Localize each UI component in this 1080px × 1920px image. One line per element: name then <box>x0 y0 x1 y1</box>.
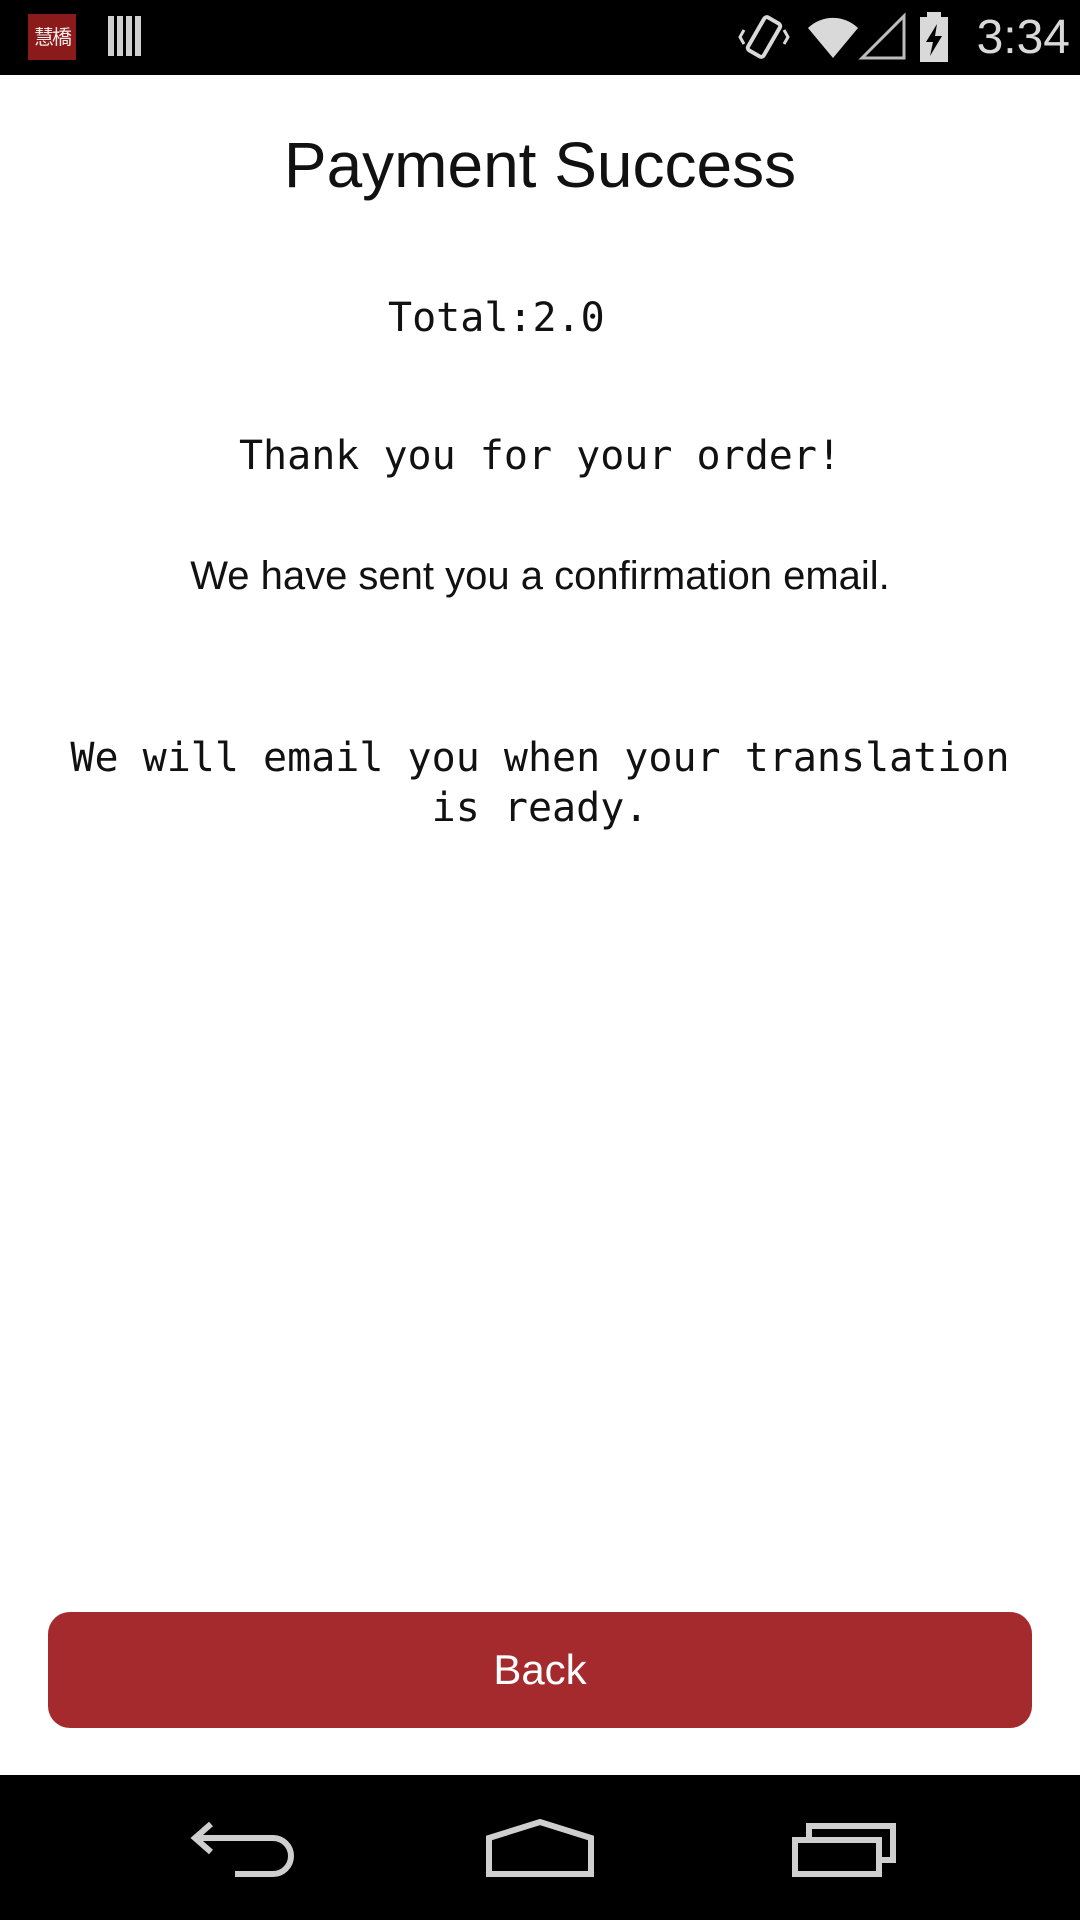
payment-success-screen: Payment Success Total:2.0 Thank you for … <box>0 75 1080 1775</box>
nav-home-button[interactable] <box>440 1775 640 1920</box>
page-title: Payment Success <box>283 129 797 201</box>
nav-back-button[interactable] <box>140 1775 340 1920</box>
nav-recents-button[interactable] <box>744 1775 944 1920</box>
recents-icon <box>792 1822 896 1877</box>
app-logo-icon: 慧橋 <box>28 14 76 60</box>
status-bar: 慧橋 3:34 <box>0 0 1080 75</box>
cell-signal-icon <box>858 12 906 60</box>
translation-ready-message: We will email you when your translation … <box>70 735 1010 831</box>
home-icon <box>486 1818 594 1877</box>
order-total: Total:2.0 <box>388 295 605 341</box>
battery-charging-icon <box>920 12 948 62</box>
back-icon <box>190 1821 294 1877</box>
vibrate-icon <box>738 15 790 59</box>
thank-you-message: Thank you for your order! <box>238 433 842 479</box>
back-button[interactable]: Back <box>48 1612 1032 1728</box>
status-time: 3:34 <box>976 11 1070 64</box>
notification-icon <box>108 16 141 56</box>
wifi-icon <box>808 17 858 58</box>
system-nav-bar <box>0 1775 1080 1920</box>
confirmation-email-message: We have sent you a confirmation email. <box>190 554 890 598</box>
